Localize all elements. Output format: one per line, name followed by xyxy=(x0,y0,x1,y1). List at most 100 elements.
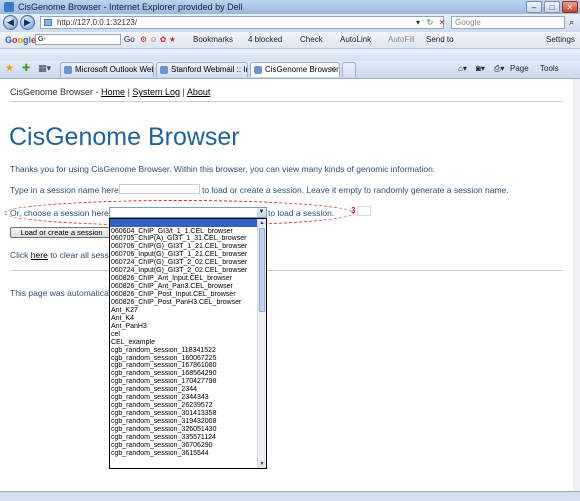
bookmarks-button[interactable]: Bookmarks xyxy=(193,32,233,48)
dropdown-option[interactable]: 060724_ChIP(G)_GI3T_2_02.CEL_browser xyxy=(110,259,259,267)
tab-favicon xyxy=(254,66,262,74)
tab-outlook[interactable]: Microsoft Outlook Web Ac... xyxy=(60,62,154,77)
tab-label: Stanford Webmail :: Inbox ... xyxy=(171,65,247,74)
page-title: CisGenome Browser xyxy=(9,123,240,151)
annotation-marker: 3 xyxy=(351,206,356,215)
home-icon[interactable]: ⌂▾ xyxy=(458,61,467,77)
dropdown-option[interactable]: cgb_random_session_170427798 xyxy=(110,378,259,386)
dropdown-option[interactable]: 060826_ChIP_Post_PanH3.CEL_browser xyxy=(110,299,259,307)
dropdown-option[interactable]: Ant_PanH3 xyxy=(110,323,259,331)
dropdown-option[interactable]: cgb_random_session_36706290 xyxy=(110,442,259,450)
load-session-button[interactable]: Load or create a session xyxy=(10,227,113,238)
check-button[interactable]: Check xyxy=(300,32,323,48)
dropdown-option-selected[interactable] xyxy=(110,219,259,227)
back-button[interactable]: ◀ xyxy=(3,15,18,30)
google-toolbar: Google G- Go ⚙ ☺ ✿ ★ Bookmarks 4 blocked… xyxy=(0,32,580,49)
dropdown-option[interactable]: cgb_random_session_3615544 xyxy=(110,450,259,458)
tab-cisgenome[interactable]: CisGenome Browser ✕ xyxy=(250,62,340,77)
tab-stanford-webmail[interactable]: Stanford Webmail :: Inbox ... xyxy=(156,62,248,77)
dropdown-option[interactable]: 060706_Input(G)_GI3T_1_21.CEL_browser xyxy=(110,251,259,259)
window-controls: – □ ✕ xyxy=(526,1,578,13)
favorites-star-icon[interactable]: ★ xyxy=(5,63,14,74)
dropdown-option[interactable]: 060826_ChIP_Post_Input.CEL_browser xyxy=(110,291,259,299)
scroll-thumb[interactable] xyxy=(259,228,265,312)
stop-icon[interactable]: ✕ xyxy=(436,16,448,29)
autolink-button[interactable]: AutoLink xyxy=(340,32,371,48)
address-bar[interactable]: http://127.0.0.1:32123/ xyxy=(40,16,444,29)
navigation-bar: ◀ ▶ http://127.0.0.1:32123/ ▾ ↻ ✕ Google… xyxy=(0,14,580,32)
dropdown-option[interactable]: cgb_random_session_335571124 xyxy=(110,434,259,442)
search-icon[interactable]: ⌕ xyxy=(566,16,577,29)
title-bar: CisGenome Browser - Internet Explorer pr… xyxy=(0,0,580,14)
nav-system-log-link[interactable]: System Log xyxy=(132,87,180,97)
dropdown-option[interactable]: 060705_ChIP(A)_GI3T_1_31.CEL_browser xyxy=(110,235,259,243)
dropdown-option[interactable]: 060724_Input(G)_GI3T_2_02.CEL_browser xyxy=(110,267,259,275)
page-scrollbar[interactable] xyxy=(573,79,580,491)
dropdown-option[interactable]: 060604_ChIP_GI3/t_1_1.CEL_browser xyxy=(110,228,259,236)
new-tab-button[interactable] xyxy=(342,62,356,77)
intro-text: Thanks you for using CisGenome Browser. … xyxy=(10,164,436,174)
session-name-input[interactable] xyxy=(119,184,200,194)
window-title: CisGenome Browser - Internet Explorer pr… xyxy=(18,2,243,12)
dropdown-option[interactable]: cgb_random_session_2344 xyxy=(110,386,259,394)
page-menu-button[interactable]: Page xyxy=(510,61,529,77)
clear-sessions-link[interactable]: here xyxy=(31,250,48,260)
print-icon[interactable]: ⎙▾ xyxy=(494,61,504,77)
small-input[interactable] xyxy=(357,206,371,216)
clear-prefix: Click xyxy=(10,250,29,260)
google-go-button[interactable]: Go xyxy=(124,32,135,48)
dropdown-option[interactable]: cel xyxy=(110,331,259,339)
settings-button[interactable]: Settings xyxy=(546,32,575,48)
toolbar-spacer xyxy=(0,49,580,61)
search-input[interactable]: Google xyxy=(451,16,565,29)
send-to-button[interactable]: Send to xyxy=(426,32,454,48)
dropdown-option[interactable]: cgb_random_session_319432008 xyxy=(110,418,259,426)
dropdown-arrow-icon[interactable]: ▾ xyxy=(412,16,424,29)
nav-home-link[interactable]: Home xyxy=(101,87,125,97)
dropdown-option[interactable]: 060706_ChIP(G)_GI3T_1_21.CEL_browser xyxy=(110,243,259,251)
dropdown-option[interactable]: Ant_K4 xyxy=(110,315,259,323)
toolbar-icons[interactable]: ⚙ ☺ ✿ ★ xyxy=(140,32,176,48)
nav-about-link[interactable]: About xyxy=(187,87,211,97)
dropdown-option[interactable]: cgb_random_session_26239572 xyxy=(110,402,259,410)
scroll-up-icon[interactable]: ▲ xyxy=(258,219,266,227)
breadcrumb-prefix: CisGenome Browser - xyxy=(10,87,99,97)
separator: | xyxy=(182,87,185,97)
autofill-button[interactable]: AutoFill xyxy=(388,32,415,48)
tab-favicon xyxy=(64,66,72,74)
maximize-button[interactable]: □ xyxy=(544,1,560,13)
add-favorite-icon[interactable]: ✚ xyxy=(22,63,30,74)
refresh-icon[interactable]: ↻ xyxy=(424,16,436,29)
dropdown-option[interactable]: cgb_random_session_118341522 xyxy=(110,347,259,355)
tab-bar: ★ ✚ ▦▾ Microsoft Outlook Web Ac... Stanf… xyxy=(0,61,580,79)
dropdown-option[interactable]: 060826_ChIP_Ant_Pan3.CEL_browser xyxy=(110,283,259,291)
tab-label: CisGenome Browser xyxy=(265,65,339,74)
session-dropdown-list[interactable]: 060604_ChIP_GI3/t_1_1.CEL_browser 060705_… xyxy=(109,218,267,469)
dropdown-option[interactable]: cgb_random_session_2344343 xyxy=(110,394,259,402)
close-button[interactable]: ✕ xyxy=(562,1,578,13)
dropdown-option[interactable]: cgb_random_session_301413358 xyxy=(110,410,259,418)
page-content: CisGenome Browser - Home | System Log | … xyxy=(0,79,574,491)
dropdown-option[interactable]: 060826_ChIP_Ant_Input.CEL_browser xyxy=(110,275,259,283)
forward-button[interactable]: ▶ xyxy=(20,15,35,30)
minimize-button[interactable]: – xyxy=(526,1,542,13)
feeds-icon[interactable]: ◙▾ xyxy=(476,61,485,77)
scroll-down-icon[interactable]: ▼ xyxy=(258,460,266,468)
quick-tabs-icon[interactable]: ▦▾ xyxy=(38,63,51,74)
divider xyxy=(10,101,563,102)
dropdown-option[interactable]: CEL_example xyxy=(110,339,259,347)
google-search-input[interactable]: G- xyxy=(35,34,121,45)
separator: | xyxy=(127,87,130,97)
dropdown-scrollbar[interactable]: ▲ ▼ xyxy=(257,219,266,468)
google-logo: Google xyxy=(5,35,37,45)
type-session-suffix: to load or create a session. Leave it em… xyxy=(202,185,509,195)
dropdown-option[interactable]: cgb_random_session_168564290 xyxy=(110,370,259,378)
tools-menu-button[interactable]: Tools xyxy=(540,61,559,77)
dropdown-option[interactable]: cgb_random_session_167861080 xyxy=(110,362,259,370)
popup-blocker-button[interactable]: 4 blocked xyxy=(248,32,282,48)
dropdown-option[interactable]: cgb_random_session_160067225 xyxy=(110,355,259,363)
ie-icon xyxy=(4,2,14,12)
close-tab-icon[interactable]: ✕ xyxy=(329,63,336,77)
dropdown-option[interactable]: Ant_K27 xyxy=(110,307,259,315)
dropdown-option[interactable]: cgb_random_session_326051430 xyxy=(110,426,259,434)
